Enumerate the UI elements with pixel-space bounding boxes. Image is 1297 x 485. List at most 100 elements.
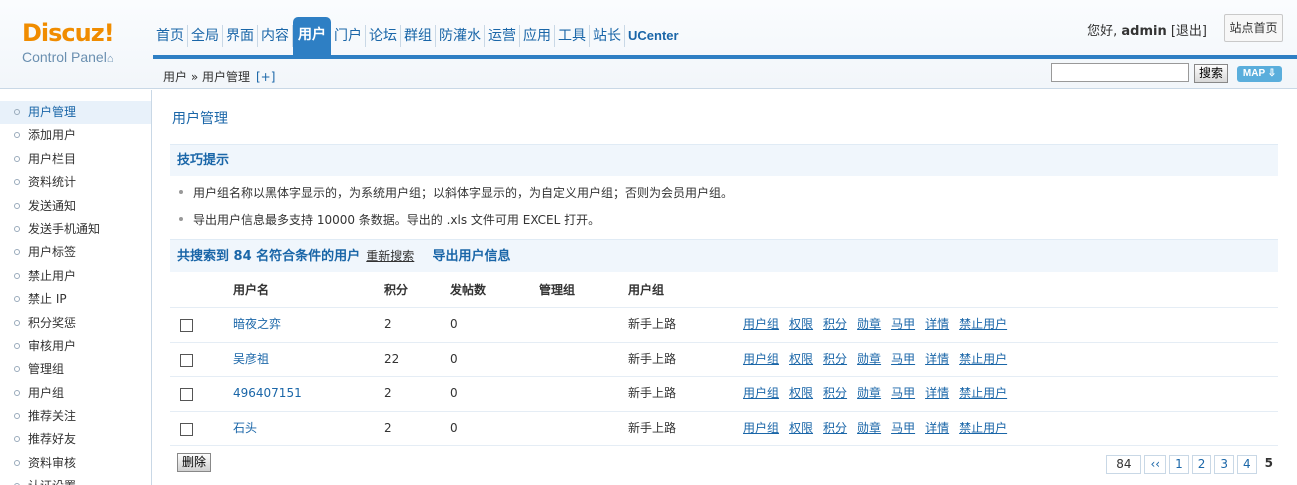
nav-tab[interactable]: 运营: [485, 25, 520, 47]
research-link[interactable]: 重新搜索: [366, 249, 414, 263]
nav-tab[interactable]: 群组: [401, 25, 436, 47]
row-action-link[interactable]: 勋章: [857, 386, 881, 400]
nav-tab[interactable]: 全局: [188, 25, 223, 47]
row-action-link[interactable]: 详情: [925, 421, 949, 435]
row-checkbox[interactable]: [180, 388, 193, 401]
pager-page[interactable]: 2: [1191, 455, 1212, 474]
bullet-icon: [14, 109, 20, 115]
sidebar-item[interactable]: 推荐关注: [0, 405, 151, 428]
sidebar-item[interactable]: 用户标签: [0, 241, 151, 264]
sidebar-item[interactable]: 用户栏目: [0, 148, 151, 171]
nav-tab[interactable]: 工具: [555, 25, 590, 47]
row-action-link[interactable]: 用户组: [743, 352, 779, 366]
sidebar-item[interactable]: 认证设置: [0, 475, 151, 485]
nav-tab[interactable]: 论坛: [366, 25, 401, 47]
sidebar-item[interactable]: 用户组: [0, 382, 151, 405]
col-points: 积分: [384, 283, 409, 297]
row-checkbox[interactable]: [180, 353, 193, 367]
logout-link[interactable]: [退出]: [1171, 24, 1207, 39]
row-action-link[interactable]: 积分: [823, 386, 847, 400]
row-action-link[interactable]: 详情: [925, 386, 949, 400]
row-action-link[interactable]: 积分: [823, 352, 847, 366]
row-action-link[interactable]: 权限: [789, 421, 813, 435]
row-action-link[interactable]: 勋章: [857, 352, 881, 366]
search-button[interactable]: 搜索: [1194, 64, 1228, 83]
row-action-link[interactable]: 禁止用户: [959, 317, 1007, 331]
pager-page[interactable]: 4: [1237, 455, 1257, 474]
nav-tab[interactable]: 防灌水: [436, 25, 485, 47]
export-link[interactable]: 导出用户信息: [432, 249, 510, 264]
nav-tab[interactable]: 界面: [223, 25, 258, 47]
sidebar-item[interactable]: 资料审核: [0, 452, 151, 475]
sidebar-item-label: 禁止 IP: [28, 292, 67, 307]
bullet-icon: [14, 249, 20, 256]
row-action-link[interactable]: 勋章: [857, 421, 881, 435]
tip-item: 用户组名称以黑体字显示的，为系统用户组；以斜体字显示的，为自定义用户组；否则为会…: [179, 184, 733, 201]
pager-page[interactable]: 3: [1214, 455, 1234, 474]
sidebar-item-label: 资料统计: [28, 175, 77, 190]
sidebar-item[interactable]: 资料统计: [0, 171, 151, 194]
bullet-icon: [14, 155, 20, 162]
bullet-icon: [14, 202, 20, 209]
row-action-link[interactable]: 禁止用户: [959, 421, 1007, 435]
nav-tab[interactable]: 应用: [520, 25, 555, 47]
row-action-link[interactable]: 权限: [789, 352, 813, 366]
username-link[interactable]: 石头: [233, 412, 257, 445]
row-action-link[interactable]: 马甲: [891, 421, 915, 435]
username-link[interactable]: 暗夜之弈: [233, 308, 281, 341]
pager-current: 5: [1259, 455, 1278, 474]
delete-button[interactable]: 删除: [177, 453, 211, 472]
result-count: 共搜索到 84 名符合条件的用户: [177, 249, 361, 264]
result-header: 共搜索到 84 名符合条件的用户 重新搜索 导出用户信息: [170, 239, 1278, 272]
sidebar-item[interactable]: 发送手机通知: [0, 218, 151, 241]
sidebar-item[interactable]: 发送通知: [0, 195, 151, 218]
map-button[interactable]: MAP ⇩: [1237, 66, 1282, 82]
username-link[interactable]: 496407151: [233, 377, 302, 410]
row-action-link[interactable]: 积分: [823, 421, 847, 435]
row-action-link[interactable]: 积分: [823, 317, 847, 331]
nav-tab[interactable]: 站长: [590, 25, 625, 47]
row-action-link[interactable]: 用户组: [743, 317, 779, 331]
row-action-link[interactable]: 禁止用户: [959, 386, 1007, 400]
sidebar-item[interactable]: 审核用户: [0, 335, 151, 358]
greeting: 您好,: [1087, 24, 1118, 39]
row-action-link[interactable]: 禁止用户: [959, 352, 1007, 366]
row-action-link[interactable]: 权限: [789, 386, 813, 400]
username-link[interactable]: 吴彦祖: [233, 343, 269, 376]
search-input[interactable]: [1051, 63, 1189, 82]
row-action-link[interactable]: 勋章: [857, 317, 881, 331]
nav-tab[interactable]: 门户: [331, 25, 366, 47]
tips-title: 技巧提示: [170, 144, 1278, 176]
row-action-link[interactable]: 马甲: [891, 386, 915, 400]
col-user-group: 用户组: [628, 283, 665, 297]
nav-tab[interactable]: UCenter: [625, 25, 682, 47]
row-action-link[interactable]: 详情: [925, 317, 949, 331]
site-home-button[interactable]: 站点首页: [1224, 14, 1283, 42]
sidebar-item[interactable]: 推荐好友: [0, 428, 151, 451]
sidebar-item[interactable]: 管理组: [0, 358, 151, 381]
row-checkbox[interactable]: [180, 422, 193, 436]
sidebar-item-label: 用户管理: [28, 105, 77, 119]
nav-tab[interactable]: 用户: [293, 17, 331, 55]
sidebar-item[interactable]: 用户管理: [0, 101, 151, 125]
bullet-icon: [179, 189, 183, 194]
row-checkbox[interactable]: [180, 319, 193, 332]
row-action-link[interactable]: 用户组: [743, 386, 779, 400]
sidebar-item-label: 推荐好友: [28, 432, 77, 447]
sidebar-item[interactable]: 添加用户: [0, 124, 151, 147]
row-action-link[interactable]: 用户组: [743, 421, 779, 435]
nav-tab[interactable]: 内容: [258, 25, 293, 47]
sidebar-item[interactable]: 禁止用户: [0, 265, 151, 288]
pager-page[interactable]: 1: [1169, 455, 1189, 474]
row-action-link[interactable]: 详情: [925, 352, 949, 366]
sidebar-item[interactable]: 禁止 IP: [0, 288, 151, 311]
pager-prev[interactable]: ‹‹: [1144, 455, 1167, 474]
row-action-link[interactable]: 马甲: [891, 317, 915, 331]
logo[interactable]: Discuz! Control Panel⌂: [22, 20, 132, 68]
row-action-link[interactable]: 权限: [789, 317, 813, 331]
row-action-link[interactable]: 马甲: [891, 352, 915, 366]
col-admin-group: 管理组: [539, 283, 576, 297]
add-shortcut-link[interactable]: [+]: [256, 70, 275, 84]
nav-tab[interactable]: 首页: [153, 25, 188, 47]
sidebar-item[interactable]: 积分奖惩: [0, 312, 151, 335]
